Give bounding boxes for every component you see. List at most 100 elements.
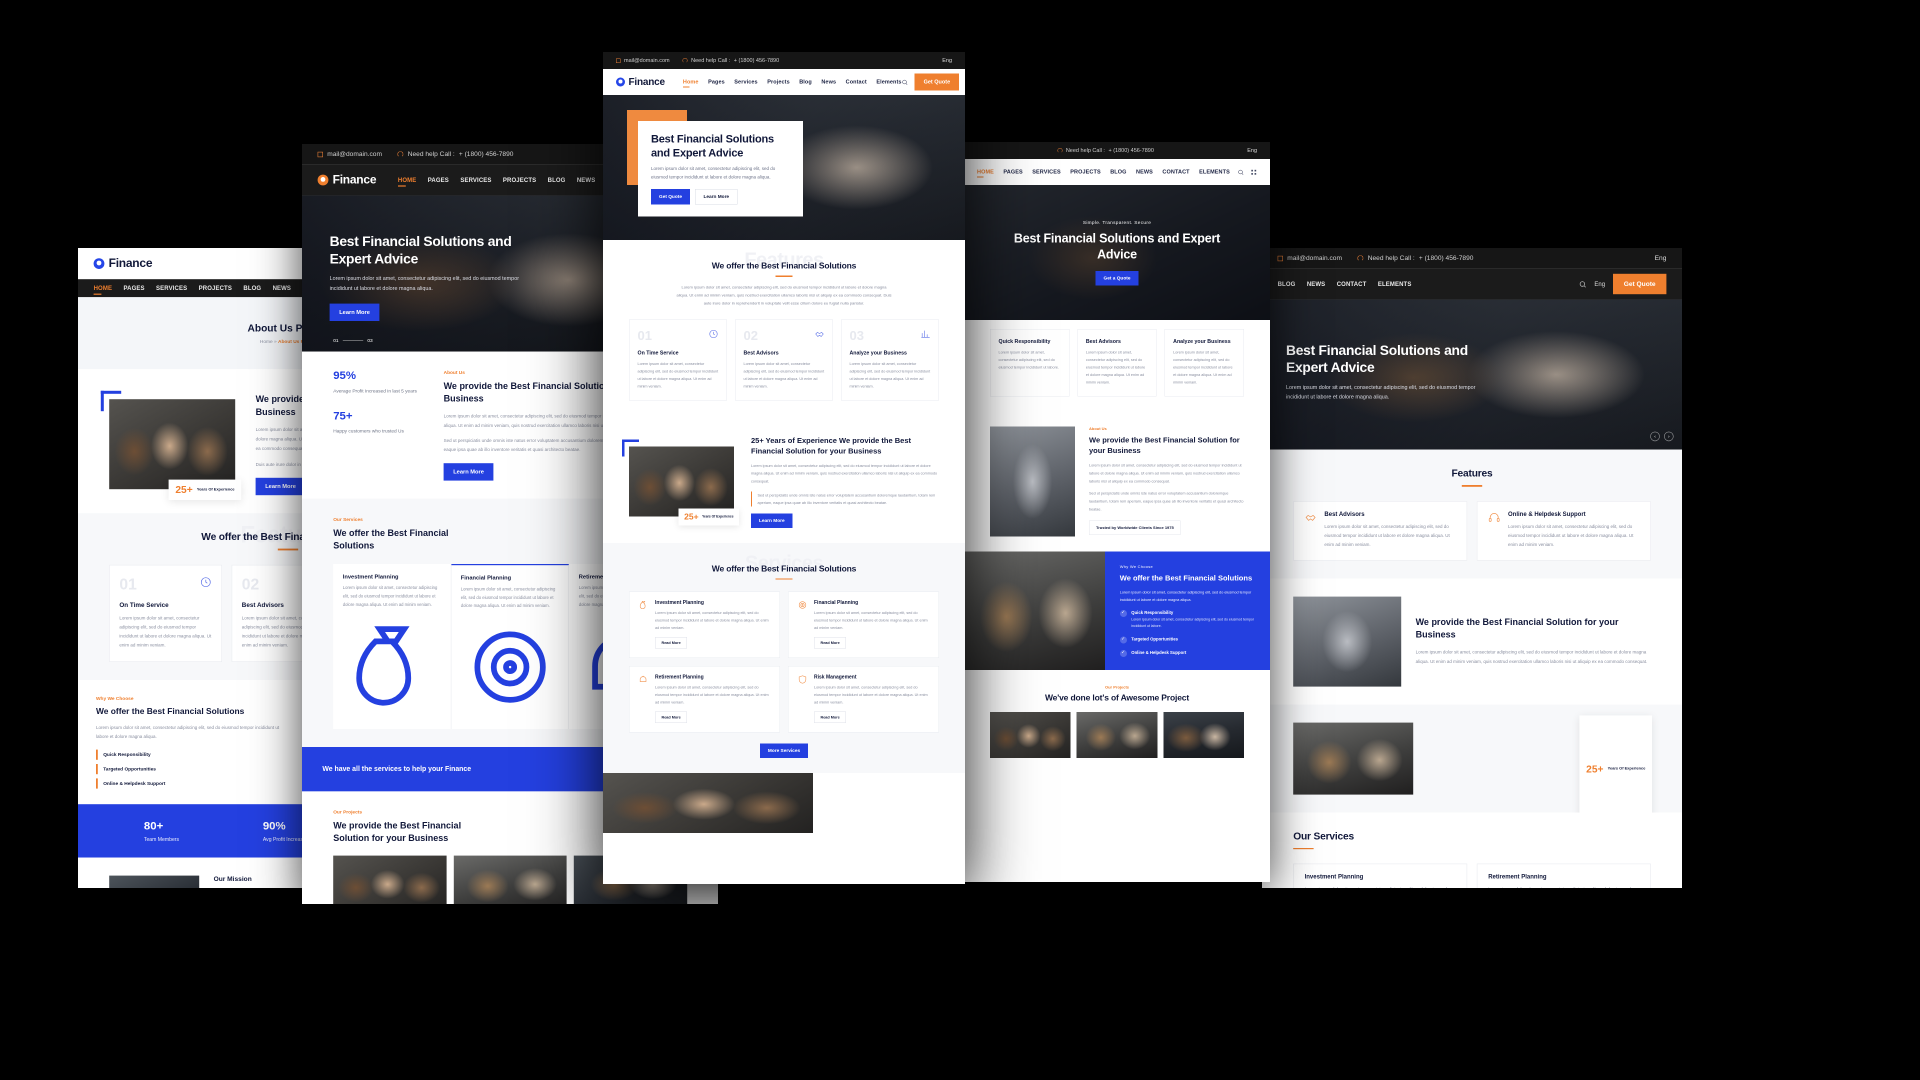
navbar[interactable]: BLOG NEWS CONTACT ELEMENTS Eng Get Quote <box>1262 268 1682 300</box>
project-photo[interactable] <box>1076 711 1158 758</box>
project-photo[interactable] <box>603 773 813 834</box>
nav-item-news[interactable]: NEWS <box>1136 169 1153 175</box>
service-card[interactable]: Risk Management Lorem ipsum dolor sit am… <box>788 666 939 733</box>
learn-more-button[interactable]: Learn More <box>255 477 306 496</box>
language-selector[interactable]: Eng <box>1247 148 1257 154</box>
page-card-home-front[interactable]: mail@domain.com Need help Call : + (1800… <box>603 52 965 884</box>
feature-card[interactable]: Quick Responsibility Lorem ipsum dolor s… <box>990 329 1070 397</box>
nav-item-news[interactable]: NEWS <box>1307 281 1325 288</box>
nav-links[interactable]: BLOG NEWS CONTACT ELEMENTS <box>1278 281 1412 288</box>
read-more-button[interactable]: Read More <box>814 711 847 724</box>
nav-item-home[interactable]: HOME <box>93 285 112 295</box>
nav-item-blog[interactable]: BLOG <box>243 285 261 292</box>
search-icon[interactable] <box>902 79 909 86</box>
slider-next-icon[interactable]: › <box>1664 431 1674 442</box>
navbar[interactable]: HOME PAGES SERVICES PROJECTS BLOG NEWS C… <box>964 159 1270 185</box>
get-quote-button[interactable]: Get Quote <box>1612 273 1667 295</box>
read-more-button[interactable]: Read More <box>655 637 688 649</box>
feature-card[interactable]: Best Advisors Lorem ipsum dolor sit amet… <box>1077 329 1157 397</box>
nav-item-blog[interactable]: BLOG <box>548 177 566 184</box>
topbar-phone[interactable]: Need help Call : + (1800) 456-7890 <box>682 58 779 64</box>
nav-item-services[interactable]: SERVICES <box>156 285 187 292</box>
nav-item-home[interactable]: HOME <box>977 169 994 178</box>
project-photo[interactable] <box>1163 711 1244 758</box>
nav-item-projects[interactable]: PROJECTS <box>503 177 536 184</box>
language-selector[interactable]: Eng <box>1655 255 1667 262</box>
more-services-button[interactable]: More Services <box>759 743 809 759</box>
nav-item-pages[interactable]: Pages <box>708 79 725 85</box>
page-card-home-right[interactable]: mail@domain.com Need help Call : + (1800… <box>1262 248 1682 888</box>
nav-item-blog[interactable]: BLOG <box>1278 281 1296 288</box>
nav-links[interactable]: Home Pages Services Projects Blog News C… <box>682 79 902 88</box>
search-icon[interactable] <box>1579 280 1587 288</box>
nav-item-pages[interactable]: PAGES <box>1003 169 1022 175</box>
nav-item-contact[interactable]: CONTACT <box>1337 281 1367 288</box>
service-card[interactable]: Investment Planning Lorem ipsum dolor si… <box>629 591 780 659</box>
feature-card[interactable]: Analyze your Business Lorem ipsum dolor … <box>1164 329 1244 397</box>
brand-logo[interactable]: Finance <box>616 76 665 88</box>
feature-card[interactable]: 01 On Time Service Lorem ipsum dolor sit… <box>629 319 727 401</box>
service-card[interactable]: Investment Planning Lorem ipsum dolor si… <box>333 564 452 729</box>
nav-item-pages[interactable]: PAGES <box>428 177 449 184</box>
service-card[interactable]: Retirement Planning Lorem ipsum dolor si… <box>1476 863 1651 888</box>
project-photo[interactable] <box>333 855 447 904</box>
project-photo[interactable] <box>990 711 1071 758</box>
topbar-phone[interactable]: Need help Call : + (1800) 456-7890 <box>397 151 513 158</box>
service-card[interactable]: Financial Planning Lorem ipsum dolor sit… <box>788 591 939 659</box>
nav-item-news[interactable]: News <box>821 79 836 85</box>
topbar-phone[interactable]: Need help Call : + (1800) 456-7890 <box>1057 148 1154 154</box>
nav-item-news[interactable]: NEWS <box>273 285 291 292</box>
learn-more-button[interactable]: Learn More <box>694 188 738 205</box>
feature-card[interactable]: 02 Best Advisors Lorem ipsum dolor sit a… <box>735 319 833 401</box>
nav-item-contact[interactable]: CONTACT <box>1162 169 1189 175</box>
page-card-home-dark[interactable]: Need help Call : + (1800) 456-7890 Eng H… <box>964 142 1270 882</box>
nav-item-services[interactable]: SERVICES <box>460 177 491 184</box>
nav-item-projects[interactable]: Projects <box>767 79 790 85</box>
nav-item-elements[interactable]: ELEMENTS <box>1199 169 1230 175</box>
nav-item-home[interactable]: Home <box>682 79 699 88</box>
nav-item-contact[interactable]: Contact <box>846 79 867 85</box>
project-photo[interactable] <box>453 855 567 904</box>
feature-card[interactable]: 03 Analyze your Business Lorem ipsum dol… <box>841 319 939 401</box>
nav-item-blog[interactable]: Blog <box>799 79 812 85</box>
topbar-email[interactable]: mail@domain.com <box>616 58 670 64</box>
get-quote-button[interactable]: Get Quote <box>651 188 690 205</box>
service-card[interactable]: Investment Planning Lorem ipsum dolor si… <box>1293 863 1468 888</box>
brand-logo[interactable]: Finance <box>317 173 377 187</box>
nav-item-elements[interactable]: Elements <box>876 79 901 85</box>
nav-item-home[interactable]: HOME <box>397 177 416 187</box>
language-selector[interactable]: Eng <box>942 58 952 64</box>
nav-links[interactable]: HOME PAGES SERVICES PROJECTS BLOG NEWS C… <box>977 169 1230 178</box>
nav-item-elements[interactable]: ELEMENTS <box>1378 281 1412 288</box>
nav-item-services[interactable]: SERVICES <box>1032 169 1061 175</box>
navbar[interactable]: Finance Home Pages Services Projects Blo… <box>603 69 965 95</box>
slider-arrows[interactable]: ‹ › <box>1650 431 1674 442</box>
learn-more-button[interactable]: Learn More <box>443 463 494 481</box>
service-card[interactable]: Retirement Planning Lorem ipsum dolor si… <box>629 666 780 733</box>
breadcrumb-home[interactable]: Home <box>260 339 273 344</box>
read-more-button[interactable]: Read More <box>655 711 688 724</box>
topbar-email[interactable]: mail@domain.com <box>1277 255 1342 262</box>
feature-card[interactable]: Best Advisors Lorem ipsum dolor sit amet… <box>1293 500 1468 561</box>
nav-item-projects[interactable]: PROJECTS <box>1070 169 1100 175</box>
slider-pagination[interactable]: 01 03 <box>333 338 372 343</box>
slider-prev-icon[interactable]: ‹ <box>1650 431 1660 442</box>
learn-more-button[interactable]: Learn More <box>329 303 380 322</box>
nav-item-pages[interactable]: PAGES <box>123 285 144 292</box>
learn-more-button[interactable]: Learn More <box>751 513 793 528</box>
nav-item-blog[interactable]: BLOG <box>1110 169 1126 175</box>
topbar-email[interactable]: mail@domain.com <box>317 151 382 158</box>
nav-item-services[interactable]: Services <box>734 79 757 85</box>
grid-menu-icon[interactable] <box>1251 169 1258 176</box>
language-selector[interactable]: Eng <box>1594 281 1605 288</box>
feature-card[interactable]: Online & Helpdesk Support Lorem ipsum do… <box>1476 500 1651 561</box>
nav-item-news[interactable]: NEWS <box>577 177 595 184</box>
read-more-button[interactable]: Read More <box>814 637 847 649</box>
get-quote-button[interactable]: Get Quote <box>914 73 960 91</box>
search-icon[interactable] <box>1238 169 1245 176</box>
topbar-phone[interactable]: Need help Call : + (1800) 456-7890 <box>1357 255 1473 262</box>
feature-card[interactable]: 01 On Time Service Lorem ipsum dolor sit… <box>109 564 222 662</box>
service-card[interactable]: Financial Planning Lorem ipsum dolor sit… <box>451 564 570 729</box>
nav-item-projects[interactable]: PROJECTS <box>199 285 232 292</box>
get-quote-button[interactable]: Get a Quote <box>1095 270 1139 286</box>
